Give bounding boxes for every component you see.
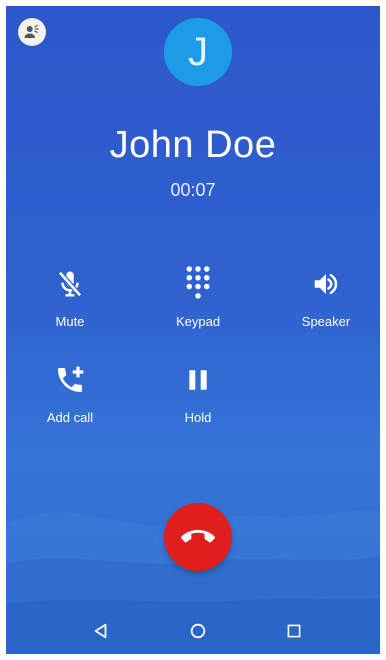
in-call-screen: J John Doe 00:07 Mute Keypad Speaker Add…	[6, 6, 380, 654]
contact-avatar: J	[164, 18, 232, 86]
keypad-button[interactable]: Keypad	[148, 264, 248, 329]
hold-button[interactable]: Hold	[148, 360, 248, 425]
recents-square-icon	[287, 624, 301, 638]
volume-up-icon	[306, 264, 346, 304]
mute-button[interactable]: Mute	[20, 264, 120, 329]
add-call-icon	[50, 360, 90, 400]
end-call-button[interactable]	[164, 503, 232, 571]
speaker-label: Speaker	[301, 314, 351, 329]
voice-contact-button[interactable]	[18, 18, 46, 46]
pause-icon	[178, 360, 218, 400]
voice-contact-icon	[24, 25, 39, 38]
nav-recents-button[interactable]	[281, 618, 307, 644]
call-end-icon	[181, 529, 215, 543]
system-nav-bar	[6, 608, 380, 654]
dialpad-icon	[178, 264, 218, 304]
home-circle-icon	[190, 623, 206, 639]
nav-back-button[interactable]	[88, 618, 114, 644]
mute-label: Mute	[55, 314, 85, 329]
keypad-label: Keypad	[175, 314, 221, 329]
hold-label: Hold	[184, 410, 212, 425]
add-call-button[interactable]: Add call	[20, 360, 120, 425]
nav-home-button[interactable]	[185, 618, 211, 644]
avatar-initial: J	[188, 29, 208, 74]
mic-off-icon	[50, 264, 90, 304]
add-call-label: Add call	[46, 410, 94, 425]
contact-name: John Doe	[109, 124, 277, 166]
back-triangle-icon	[94, 623, 107, 639]
call-timer: 00:07	[170, 180, 216, 200]
speaker-button[interactable]: Speaker	[276, 264, 376, 329]
